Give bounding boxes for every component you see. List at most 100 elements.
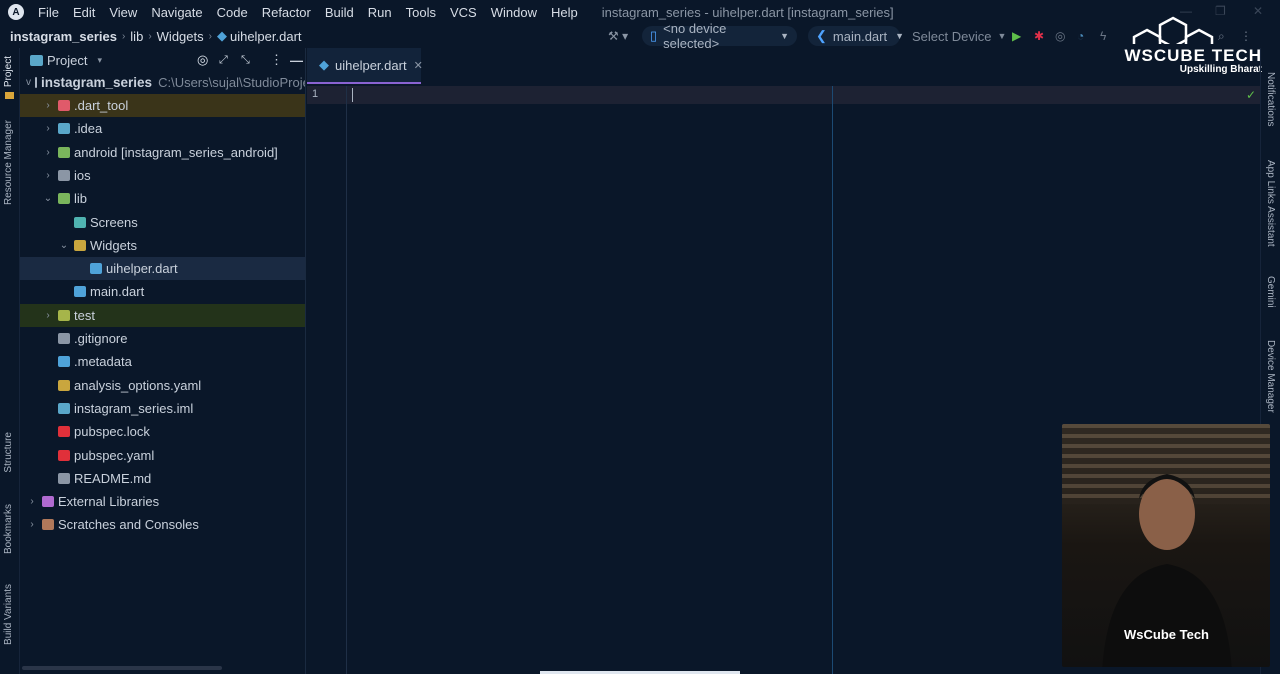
menu-window[interactable]: Window [491,5,537,20]
menu-tools[interactable]: Tools [406,5,436,20]
tool-bookmarks[interactable]: Bookmarks [3,504,14,554]
file-icon [58,472,70,484]
tool-gemini[interactable]: Gemini [1265,276,1276,308]
hexagon-logo-icon [1132,16,1214,44]
tree-item[interactable]: › test [20,303,305,327]
tree-item[interactable]: › Scratches and Consoles [20,513,305,536]
chevron-icon[interactable]: › [42,170,54,181]
chevron-icon[interactable]: ⌄ [58,240,70,251]
tree-item[interactable]: README.md [20,467,305,490]
menu-help[interactable]: Help [551,5,578,20]
tree-item[interactable]: Screens [20,211,305,234]
horizontal-scrollbar[interactable] [22,666,222,670]
file-icon [42,496,54,508]
left-tool-strip: Project Resource Manager Structure Bookm… [0,48,20,674]
root-label: instagram_series [41,75,153,90]
hot-reload-icon[interactable]: ϟ [1100,29,1106,43]
hide-icon[interactable]: — [290,53,303,68]
tree-item[interactable]: › ios [20,164,305,187]
tool-notifications[interactable]: Notifications [1265,72,1276,126]
tree-item-label: .idea [74,121,103,137]
tool-resource-manager[interactable]: Resource Manager [3,120,14,205]
device-selector[interactable]: ▯ <no device selected> ▼ [642,21,797,51]
tree-item[interactable]: › android [instagram_series_android] [20,141,305,164]
tree-item[interactable]: › .dart_tool [20,94,305,117]
file-icon [58,402,70,414]
tab-label: uihelper.dart [335,57,407,73]
tool-app-links-assistant[interactable]: App Links Assistant [1265,160,1276,247]
tree-root[interactable]: v instagram_series C:\Users\sujal\Studio… [20,71,305,94]
tree-item-label: ios [74,167,91,183]
root-path: C:\Users\sujal\StudioProje [158,75,305,90]
chevron-icon[interactable]: › [42,100,54,111]
gutter-divider [346,86,347,674]
chevron-icon[interactable]: › [26,519,38,530]
hammer-icon[interactable]: ⚒ ▾ [608,29,628,43]
breadcrumb-item[interactable]: instagram_series [10,29,117,44]
collapse-all-icon[interactable]: ⤡ [241,54,250,67]
attach-icon[interactable]: ◎ [1055,29,1065,43]
chevron-icon[interactable]: › [42,147,54,158]
tree-item-label: main.dart [90,284,145,300]
breadcrumb-item[interactable]: Widgets [157,29,204,44]
tree-item-label: uihelper.dart [106,261,178,277]
tree-item-label: .gitignore [74,331,128,346]
options-icon[interactable]: ⋮ [270,52,283,68]
tool-structure[interactable]: Structure [3,432,14,473]
shirt-logo: WsCube Tech [1124,627,1209,642]
expand-all-icon[interactable]: ⤢ [219,54,228,67]
menu-navigate[interactable]: Navigate [151,5,202,20]
tool-project[interactable]: Project [3,56,14,87]
profile-icon[interactable]: ◔ [1077,29,1084,43]
project-view-selector[interactable]: Project [47,53,87,68]
tree-item-label: Scratches and Consoles [58,517,199,533]
breadcrumb: instagram_series › lib › Widgets › ◆ uihelpe… [10,28,302,44]
menu-view[interactable]: View [109,5,137,20]
project-panel-header: Project ▾ ◎ ⤢ ⤡ ⋮ — [20,48,305,72]
tree-item-label: Screens [90,214,138,230]
menubar: A File Edit View Navigate Code Refactor Build R… [0,0,1280,24]
chevron-icon[interactable]: ⌄ [42,193,54,204]
file-icon [58,379,70,391]
tree-item[interactable]: › .idea [20,117,305,140]
menu-run[interactable]: Run [368,5,392,20]
tab-uihelper-dart[interactable]: ◆ uihelper.dart ✕ [307,48,423,84]
chevron-icon[interactable]: › [42,123,54,134]
close-tab-icon[interactable]: ✕ [414,59,423,72]
tree-item[interactable]: pubspec.lock [20,420,305,443]
menu-edit[interactable]: Edit [73,5,95,20]
tree-item[interactable]: instagram_series.iml [20,397,305,420]
file-icon [74,286,86,298]
menu-vcs[interactable]: VCS [450,5,477,20]
tree-item[interactable]: ⌄ lib [20,187,305,210]
file-icon [58,356,70,368]
tree-item[interactable]: pubspec.yaml [20,444,305,467]
tree-item[interactable]: › External Libraries [20,490,305,513]
locate-icon[interactable]: ◎ [197,52,208,68]
menu-code[interactable]: Code [217,5,248,20]
breadcrumb-item[interactable]: uihelper.dart [230,29,302,44]
run-icon[interactable]: ▶ [1012,29,1021,43]
tree-item-label: lib [74,191,88,207]
select-device-dropdown[interactable]: Select Device ▼ [904,26,1014,46]
menu-build[interactable]: Build [325,5,354,20]
run-config-selector[interactable]: ❮ main.dart ▼ [808,26,904,46]
debug-icon[interactable]: ✱ [1034,29,1044,43]
caret [352,88,353,102]
menu-file[interactable]: File [38,5,59,20]
tree-item[interactable]: uihelper.dart [20,257,305,281]
breadcrumb-item[interactable]: lib [130,29,143,44]
tool-device-manager[interactable]: Device Manager [1265,340,1276,413]
tree-item[interactable]: .metadata [20,350,305,373]
project-panel: Project ▾ ◎ ⤢ ⤡ ⋮ — v instagram_series C:… [20,48,306,674]
chevron-icon[interactable]: › [42,310,54,321]
tree-item[interactable]: main.dart [20,280,305,303]
tool-build-variants[interactable]: Build Variants [3,584,14,645]
file-icon [58,169,70,181]
menu-refactor[interactable]: Refactor [262,5,311,20]
tree-item[interactable]: .gitignore [20,327,305,350]
android-studio-logo[interactable]: A [8,4,24,20]
tree-item[interactable]: analysis_options.yaml [20,374,305,397]
chevron-icon[interactable]: › [26,496,38,507]
tree-item[interactable]: ⌄ Widgets [20,234,305,257]
